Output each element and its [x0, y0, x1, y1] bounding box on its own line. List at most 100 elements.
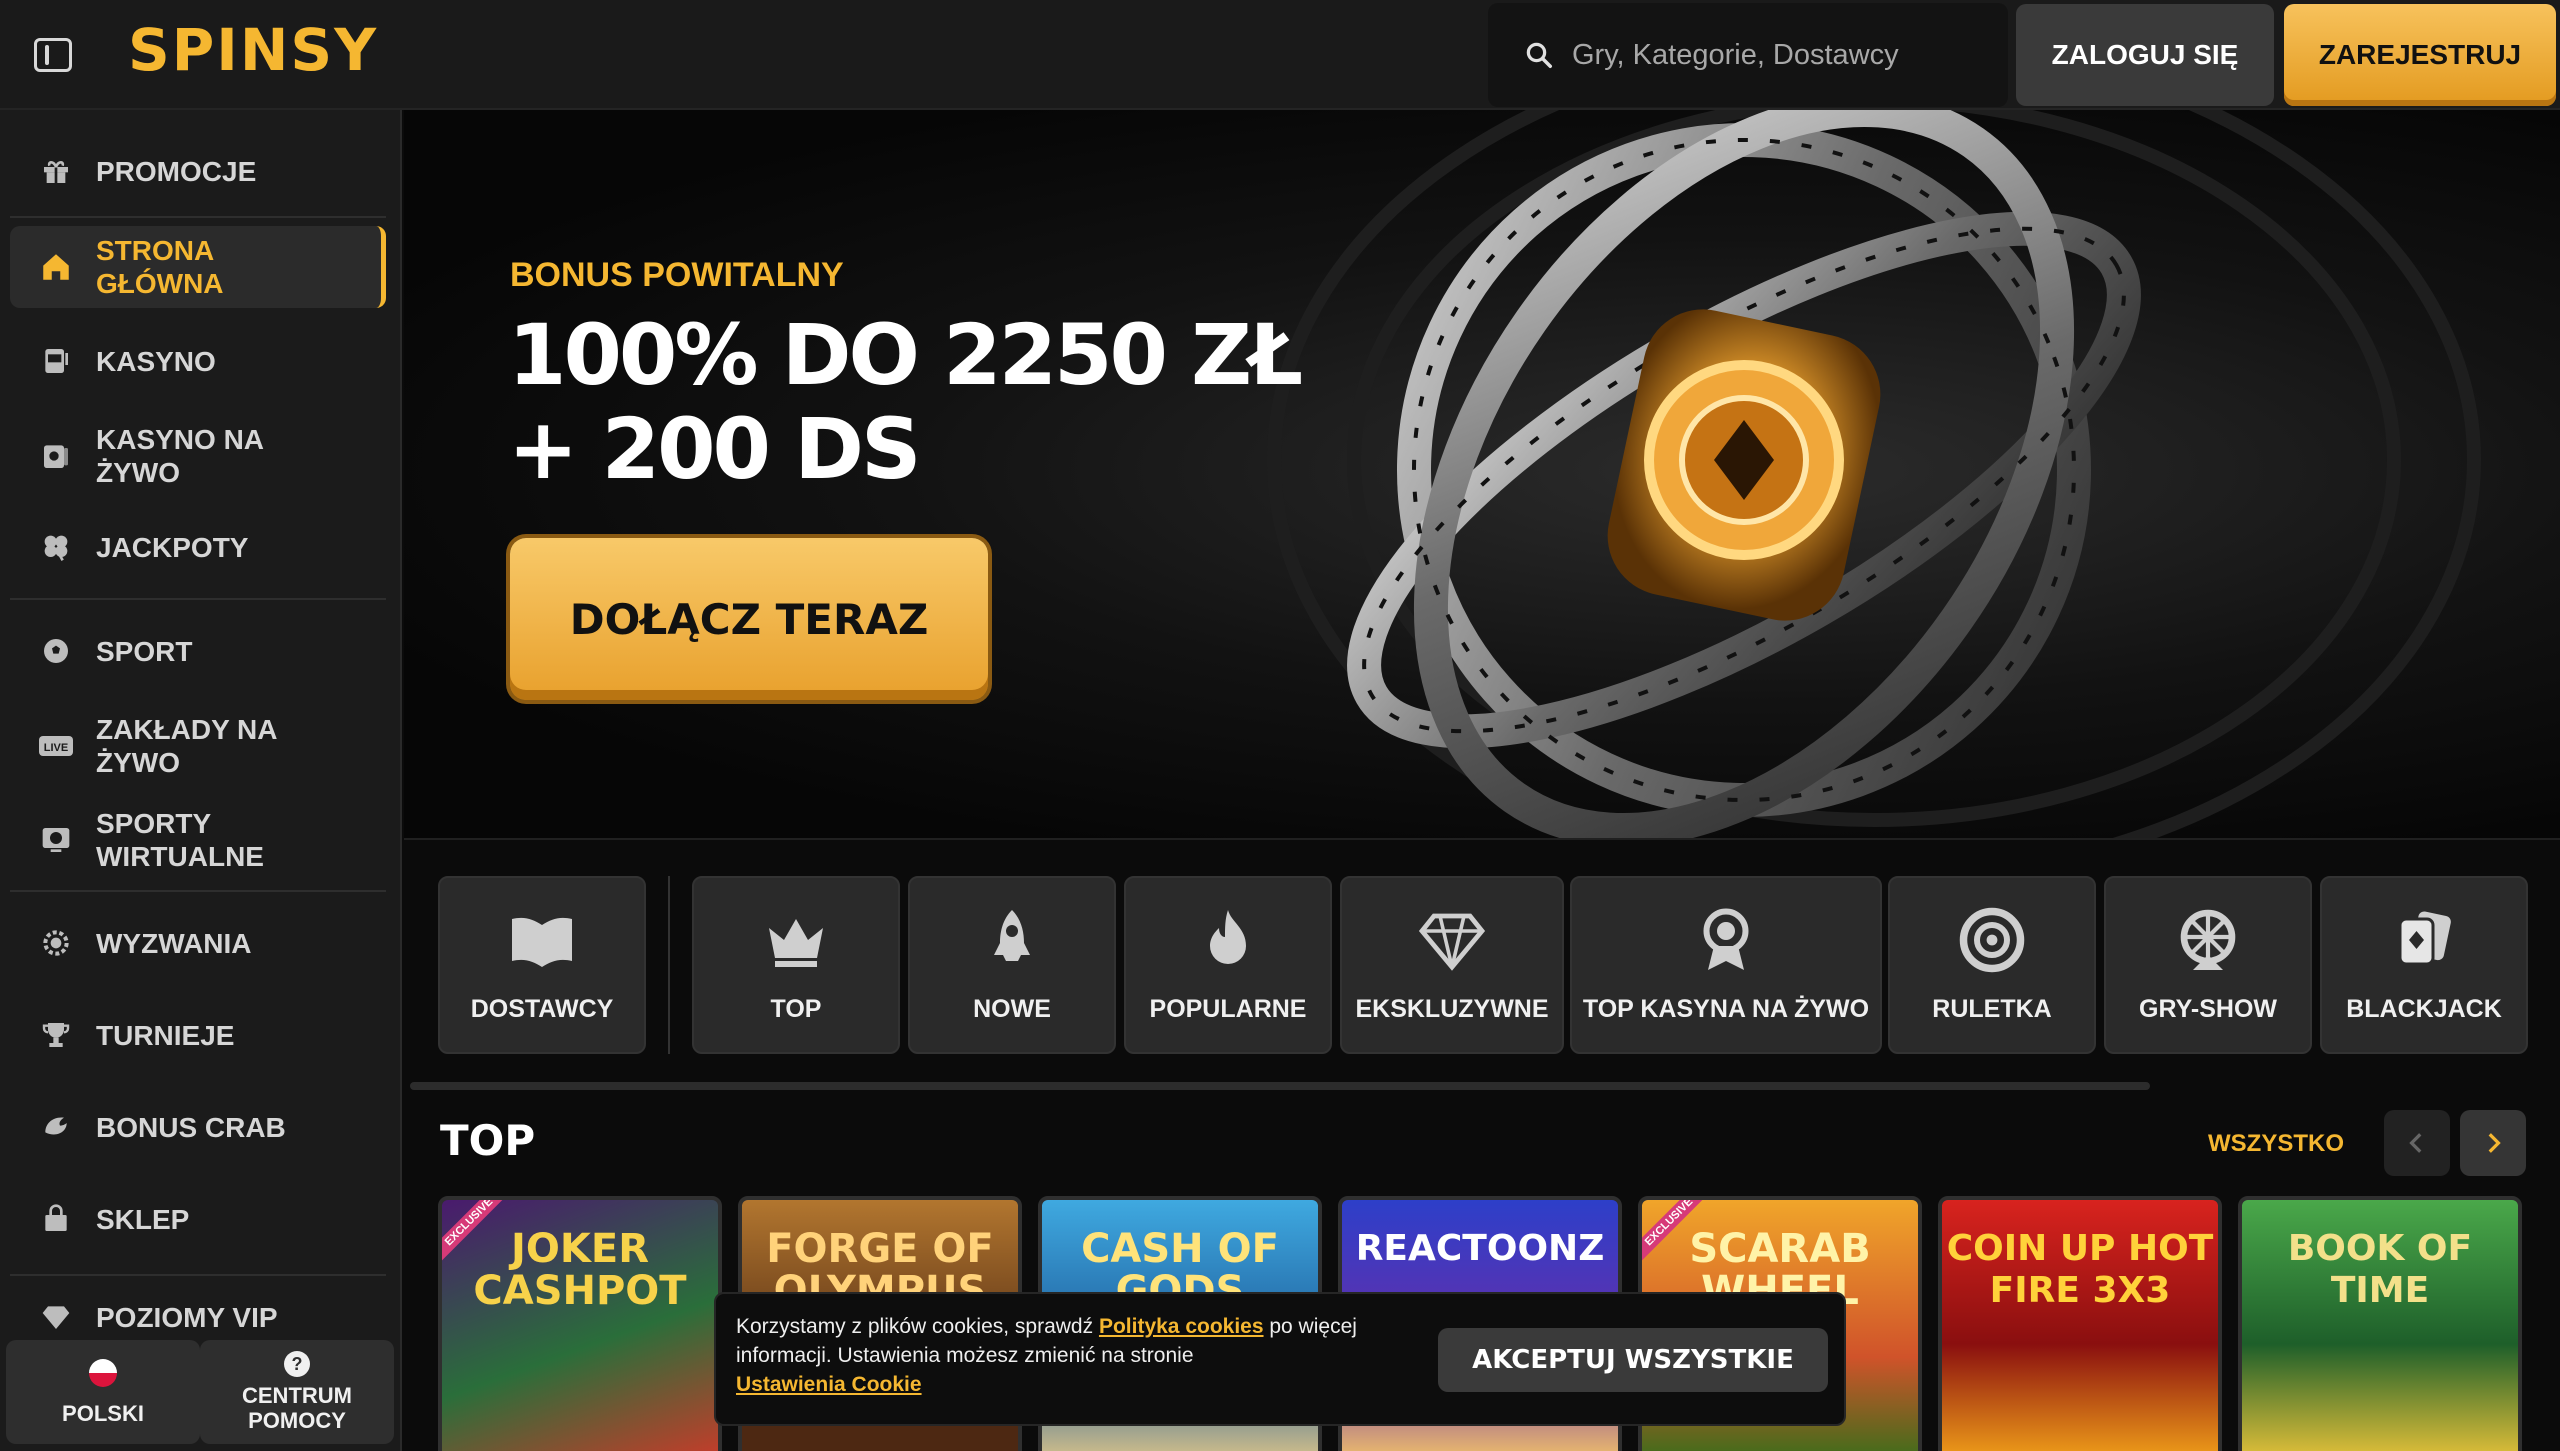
home-icon — [38, 249, 74, 285]
category-separator — [668, 876, 670, 1054]
category-top-live-casinos[interactable]: TOP KASYNA NA ŻYWO — [1570, 876, 1882, 1054]
carousel-prev-button[interactable] — [2384, 1110, 2450, 1176]
casino-chip-rings-artwork — [1267, 110, 2481, 838]
category-label: TOP KASYNA NA ŻYWO — [1582, 995, 1870, 1023]
trophy-icon — [38, 1017, 74, 1053]
register-button[interactable]: ZAREJESTRUJ — [2284, 4, 2556, 106]
sidebar: PROMOCJE STRONA GŁÓWNA KASYNO KASYNO NA … — [0, 110, 402, 1451]
category-label: TOP — [770, 995, 822, 1023]
book-icon — [512, 917, 572, 967]
sidebar-toggle-icon[interactable] — [34, 38, 72, 72]
chevron-right-icon — [2488, 1133, 2501, 1153]
cards-icon — [2398, 911, 2451, 966]
sidebar-item-label: POZIOMY VIP — [96, 1301, 278, 1333]
category-bar: DOSTAWCY TOP NOWE POPULARNE EKSKLUZYWNE … — [404, 840, 2560, 1090]
roulette-icon — [1959, 907, 2025, 973]
diamond-icon — [1418, 913, 1486, 971]
game-title: BOOK OF TIME — [2287, 1228, 2473, 1311]
sidebar-item-label: JACKPOTY — [96, 531, 249, 563]
sidebar-item-promotions[interactable]: PROMOCJE — [10, 140, 386, 202]
game-card[interactable]: BOOK OF TIME — [2238, 1196, 2522, 1451]
sidebar-item-label: SPORTY WIRTUALNE — [96, 808, 264, 872]
sidebar-item-label: STRONA GŁÓWNA — [96, 235, 224, 299]
join-now-button[interactable]: DOŁĄCZ TERAZ — [510, 538, 988, 700]
banner-title: 100% DO 2250 ZŁ + 200 DS — [508, 306, 1303, 498]
category-new[interactable]: NOWE — [908, 876, 1116, 1054]
flame-icon — [1210, 910, 1246, 964]
category-exclusive[interactable]: EKSKLUZYWNE — [1340, 876, 1564, 1054]
diamond-icon — [38, 1299, 74, 1335]
sidebar-item-bonus-crab[interactable]: BONUS CRAB — [10, 1096, 386, 1158]
sidebar-divider — [10, 890, 386, 892]
game-card[interactable]: EXCLUSIVE JOKER CASHPOT — [438, 1196, 722, 1451]
cookie-policy-link[interactable]: Polityka cookies — [1099, 1315, 1264, 1338]
category-roulette[interactable]: RULETKA — [1888, 876, 2096, 1054]
sidebar-item-jackpots[interactable]: JACKPOTY — [10, 516, 386, 578]
category-popular[interactable]: POPULARNE — [1124, 876, 1332, 1054]
category-game-shows[interactable]: GRY-SHOW — [2104, 876, 2312, 1054]
help-icon: ? — [284, 1351, 310, 1377]
sidebar-item-shop[interactable]: SKLEP — [10, 1188, 386, 1250]
sidebar-item-label: BONUS CRAB — [96, 1111, 286, 1143]
clover-icon — [38, 529, 74, 565]
sidebar-item-label: SKLEP — [96, 1203, 190, 1235]
category-top[interactable]: TOP — [692, 876, 900, 1054]
sidebar-item-home[interactable]: STRONA GŁÓWNA — [10, 226, 386, 308]
sidebar-item-live-bets[interactable]: LIVE ZAKŁADY NA ŻYWO — [10, 706, 386, 786]
live-badge-icon: LIVE — [38, 728, 74, 764]
sidebar-item-label: KASYNO NA ŻYWO — [96, 424, 263, 488]
challenge-icon — [38, 925, 74, 961]
sidebar-item-casino[interactable]: KASYNO — [10, 330, 386, 392]
welcome-bonus-banner[interactable]: BONUS POWITALNY 100% DO 2250 ZŁ + 200 DS… — [404, 110, 2560, 840]
search-icon — [1526, 42, 1552, 68]
category-label: NOWE — [973, 995, 1051, 1023]
login-button[interactable]: ZALOGUJ SIĘ — [2016, 4, 2274, 106]
carousel-next-button[interactable] — [2460, 1110, 2526, 1176]
sidebar-item-label: TURNIEJE — [96, 1019, 235, 1051]
sidebar-item-label: KASYNO — [96, 345, 216, 377]
section-title-top: TOP — [440, 1116, 536, 1165]
help-center-button[interactable]: ? CENTRUM POMOCY — [200, 1340, 394, 1444]
virtual-sports-icon — [38, 822, 74, 858]
sidebar-divider — [10, 598, 386, 600]
shop-bag-icon — [38, 1201, 74, 1237]
help-center-label: CENTRUM POMOCY — [242, 1383, 352, 1433]
sidebar-item-tournaments[interactable]: TURNIEJE — [10, 1004, 386, 1066]
crown-icon — [769, 919, 823, 967]
search-input[interactable] — [1572, 38, 1992, 72]
top-header: SPINSY ZALOGUJ SIĘ ZAREJESTRUJ — [0, 0, 2560, 110]
category-label: EKSKLUZYWNE — [1355, 995, 1549, 1023]
cookie-message: Korzystamy z plików cookies, sprawdź Pol… — [736, 1312, 1396, 1399]
sidebar-item-sport[interactable]: SPORT — [10, 620, 386, 682]
language-label: POLSKI — [62, 1400, 144, 1426]
sidebar-item-vip-levels[interactable]: POZIOMY VIP — [10, 1292, 386, 1342]
sidebar-item-label: PROMOCJE — [96, 155, 257, 187]
category-providers[interactable]: DOSTAWCY — [438, 876, 646, 1054]
cookie-consent-banner: Korzystamy z plików cookies, sprawdź Pol… — [714, 1292, 1846, 1426]
sidebar-item-label: WYZWANIA — [96, 927, 252, 959]
sidebar-item-challenges[interactable]: WYZWANIA — [10, 912, 386, 974]
live-casino-icon — [38, 438, 74, 474]
search-box[interactable] — [1488, 3, 2008, 107]
cookie-settings-link[interactable]: Ustawienia Cookie — [736, 1373, 922, 1396]
wheel-show-icon — [2180, 909, 2236, 970]
rocket-icon — [994, 910, 1030, 961]
poland-flag-icon — [89, 1358, 117, 1387]
sidebar-divider — [10, 216, 386, 218]
game-card[interactable]: COIN UP HOT FIRE 3X3 — [1938, 1196, 2222, 1451]
gift-icon — [38, 153, 74, 189]
see-all-link[interactable]: WSZYSTKO — [2208, 1130, 2344, 1158]
accept-all-cookies-button[interactable]: AKCEPTUJ WSZYSTKIE — [1438, 1328, 1828, 1392]
sidebar-item-live-casino[interactable]: KASYNO NA ŻYWO — [10, 416, 386, 496]
award-icon — [1703, 908, 1749, 970]
category-blackjack[interactable]: BLACKJACK — [2320, 876, 2528, 1054]
sidebar-item-virtual-sports[interactable]: SPORTY WIRTUALNE — [10, 800, 386, 880]
site-logo[interactable]: SPINSY — [128, 16, 378, 84]
soccer-ball-icon — [38, 633, 74, 669]
category-label: GRY-SHOW — [2139, 995, 2277, 1023]
banner-subtitle: BONUS POWITALNY — [510, 256, 844, 294]
sidebar-item-label: SPORT — [96, 635, 193, 667]
category-scrollbar[interactable] — [410, 1082, 2150, 1090]
game-title: JOKER CASHPOT — [473, 1226, 687, 1314]
language-selector[interactable]: POLSKI — [6, 1340, 200, 1444]
